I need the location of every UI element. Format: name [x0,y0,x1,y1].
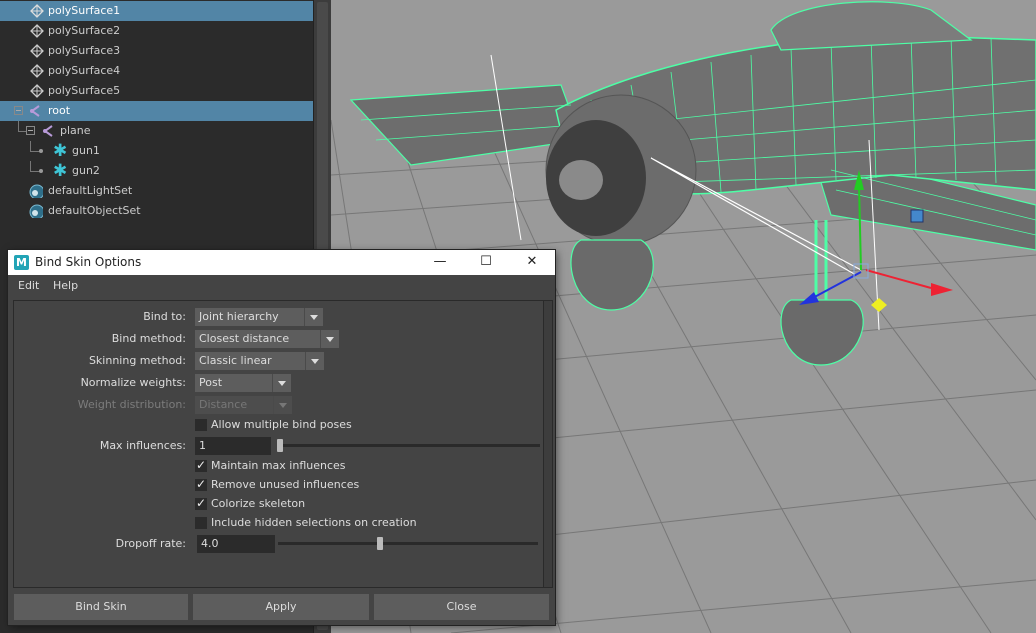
dropoff-rate-slider[interactable] [278,542,538,545]
outliner-item-gun2[interactable]: ✱ gun2 [0,161,313,181]
dialog-titlebar[interactable]: M Bind Skin Options — ☐ ✕ [8,250,555,275]
mesh-icon [30,84,44,98]
max-influences-field[interactable]: 1 [195,437,271,455]
bind-to-dropdown[interactable]: Joint hierarchy [195,308,323,326]
tree-line [30,161,31,171]
outliner-item-label: gun2 [72,164,100,177]
remove-unused-influences-label: Remove unused influences [211,478,360,491]
chevron-down-icon [320,330,339,348]
outliner-item-defaultlightset[interactable]: defaultLightSet [0,181,313,201]
outliner-item-polysurface3[interactable]: polySurface3 [0,41,313,61]
locator-icon: ✱ [53,141,68,161]
maya-logo-icon: M [14,255,29,270]
outliner-item-gun1[interactable]: ✱ gun1 [0,141,313,161]
outliner-item-label: defaultLightSet [48,184,133,197]
bind-skin-options-dialog: M Bind Skin Options — ☐ ✕ Edit Help Bind… [8,250,555,625]
mesh-icon [30,24,44,38]
collapse-toggle[interactable] [14,106,23,115]
bind-skin-button[interactable]: Bind Skin [14,594,188,620]
max-influences-slider[interactable] [277,444,540,447]
include-hidden-selections-label: Include hidden selections on creation [211,516,417,529]
mesh-icon [30,64,44,78]
skinning-method-label: Skinning method: [88,354,186,367]
allow-multiple-bind-poses-checkbox[interactable] [195,419,207,431]
panel-scrollbar[interactable] [543,301,552,587]
outliner-item-label: polySurface3 [48,44,121,57]
minimize-button[interactable]: — [417,250,463,275]
outliner-item-polysurface4[interactable]: polySurface4 [0,61,313,81]
maximize-button[interactable]: ☐ [463,250,509,275]
outliner-item-plane[interactable]: plane [0,121,313,141]
bind-to-value: Joint hierarchy [199,310,279,323]
outliner-item-polysurface5[interactable]: polySurface5 [0,81,313,101]
dialog-menubar: Edit Help [8,275,555,296]
menu-edit[interactable]: Edit [18,275,39,296]
dropoff-rate-field[interactable]: 4.0 [197,535,275,553]
outliner-item-label: polySurface2 [48,24,121,37]
close-button[interactable]: Close [374,594,549,620]
dropoff-rate-label: Dropoff rate: [115,537,186,550]
bind-method-dropdown[interactable]: Closest distance [195,330,339,348]
weight-distribution-label: Weight distribution: [77,398,186,411]
maintain-max-influences-label: Maintain max influences [211,459,346,472]
tree-line [18,131,26,132]
outliner-item-label: polySurface5 [48,84,121,97]
set-icon [29,204,43,218]
chevron-down-icon [305,352,324,370]
outliner-item-label: root [48,104,71,117]
tree-dot [39,149,43,153]
outliner-item-polysurface2[interactable]: polySurface2 [0,21,313,41]
max-influences-slider-handle[interactable] [277,439,283,452]
bind-method-value: Closest distance [199,332,290,345]
weight-distribution-value: Distance [199,398,248,411]
chevron-down-icon [273,396,292,414]
outliner-item-label: plane [60,124,91,137]
normalize-weights-dropdown[interactable]: Post [195,374,291,392]
outliner-item-label: gun1 [72,144,100,157]
options-panel: Bind to: Joint hierarchy Bind method: Cl… [13,300,553,588]
joint-icon [43,125,53,137]
maintain-max-influences-checkbox[interactable] [195,458,207,472]
outliner-item-defaultobjectset[interactable]: defaultObjectSet [0,201,313,221]
close-window-button[interactable]: ✕ [509,250,555,275]
outliner-item-root[interactable]: root [0,101,313,121]
normalize-weights-label: Normalize weights: [80,376,186,389]
bind-to-label: Bind to: [143,310,186,323]
dialog-title: Bind Skin Options [35,255,142,269]
weight-distribution-dropdown: Distance [195,396,292,414]
outliner-item-label: polySurface1 [48,4,121,17]
collapse-toggle[interactable] [26,126,35,135]
allow-multiple-bind-poses-label: Allow multiple bind poses [211,418,352,431]
dropoff-rate-slider-handle[interactable] [377,537,384,550]
mesh-icon [30,4,44,18]
max-influences-label: Max influences: [99,439,186,452]
set-icon [29,184,43,198]
chevron-down-icon [272,374,291,392]
chevron-down-icon [304,308,323,326]
colorize-skeleton-checkbox[interactable] [195,496,207,510]
outliner-item-label: polySurface4 [48,64,121,77]
tree-line [18,121,19,131]
include-hidden-selections-checkbox[interactable] [195,517,207,529]
joint-icon [30,105,40,117]
skinning-method-value: Classic linear [199,354,272,367]
normalize-weights-value: Post [199,376,223,389]
colorize-skeleton-label: Colorize skeleton [211,497,306,510]
menu-help[interactable]: Help [53,275,78,296]
tree-line [30,141,31,151]
bind-method-label: Bind method: [111,332,186,345]
apply-button[interactable]: Apply [193,594,369,620]
tree-dot [39,169,43,173]
locator-icon: ✱ [53,161,68,181]
mesh-icon [30,44,44,58]
outliner-item-label: defaultObjectSet [48,204,141,217]
remove-unused-influences-checkbox[interactable] [195,477,207,491]
outliner-item-polysurface1[interactable]: polySurface1 [0,1,313,21]
skinning-method-dropdown[interactable]: Classic linear [195,352,324,370]
